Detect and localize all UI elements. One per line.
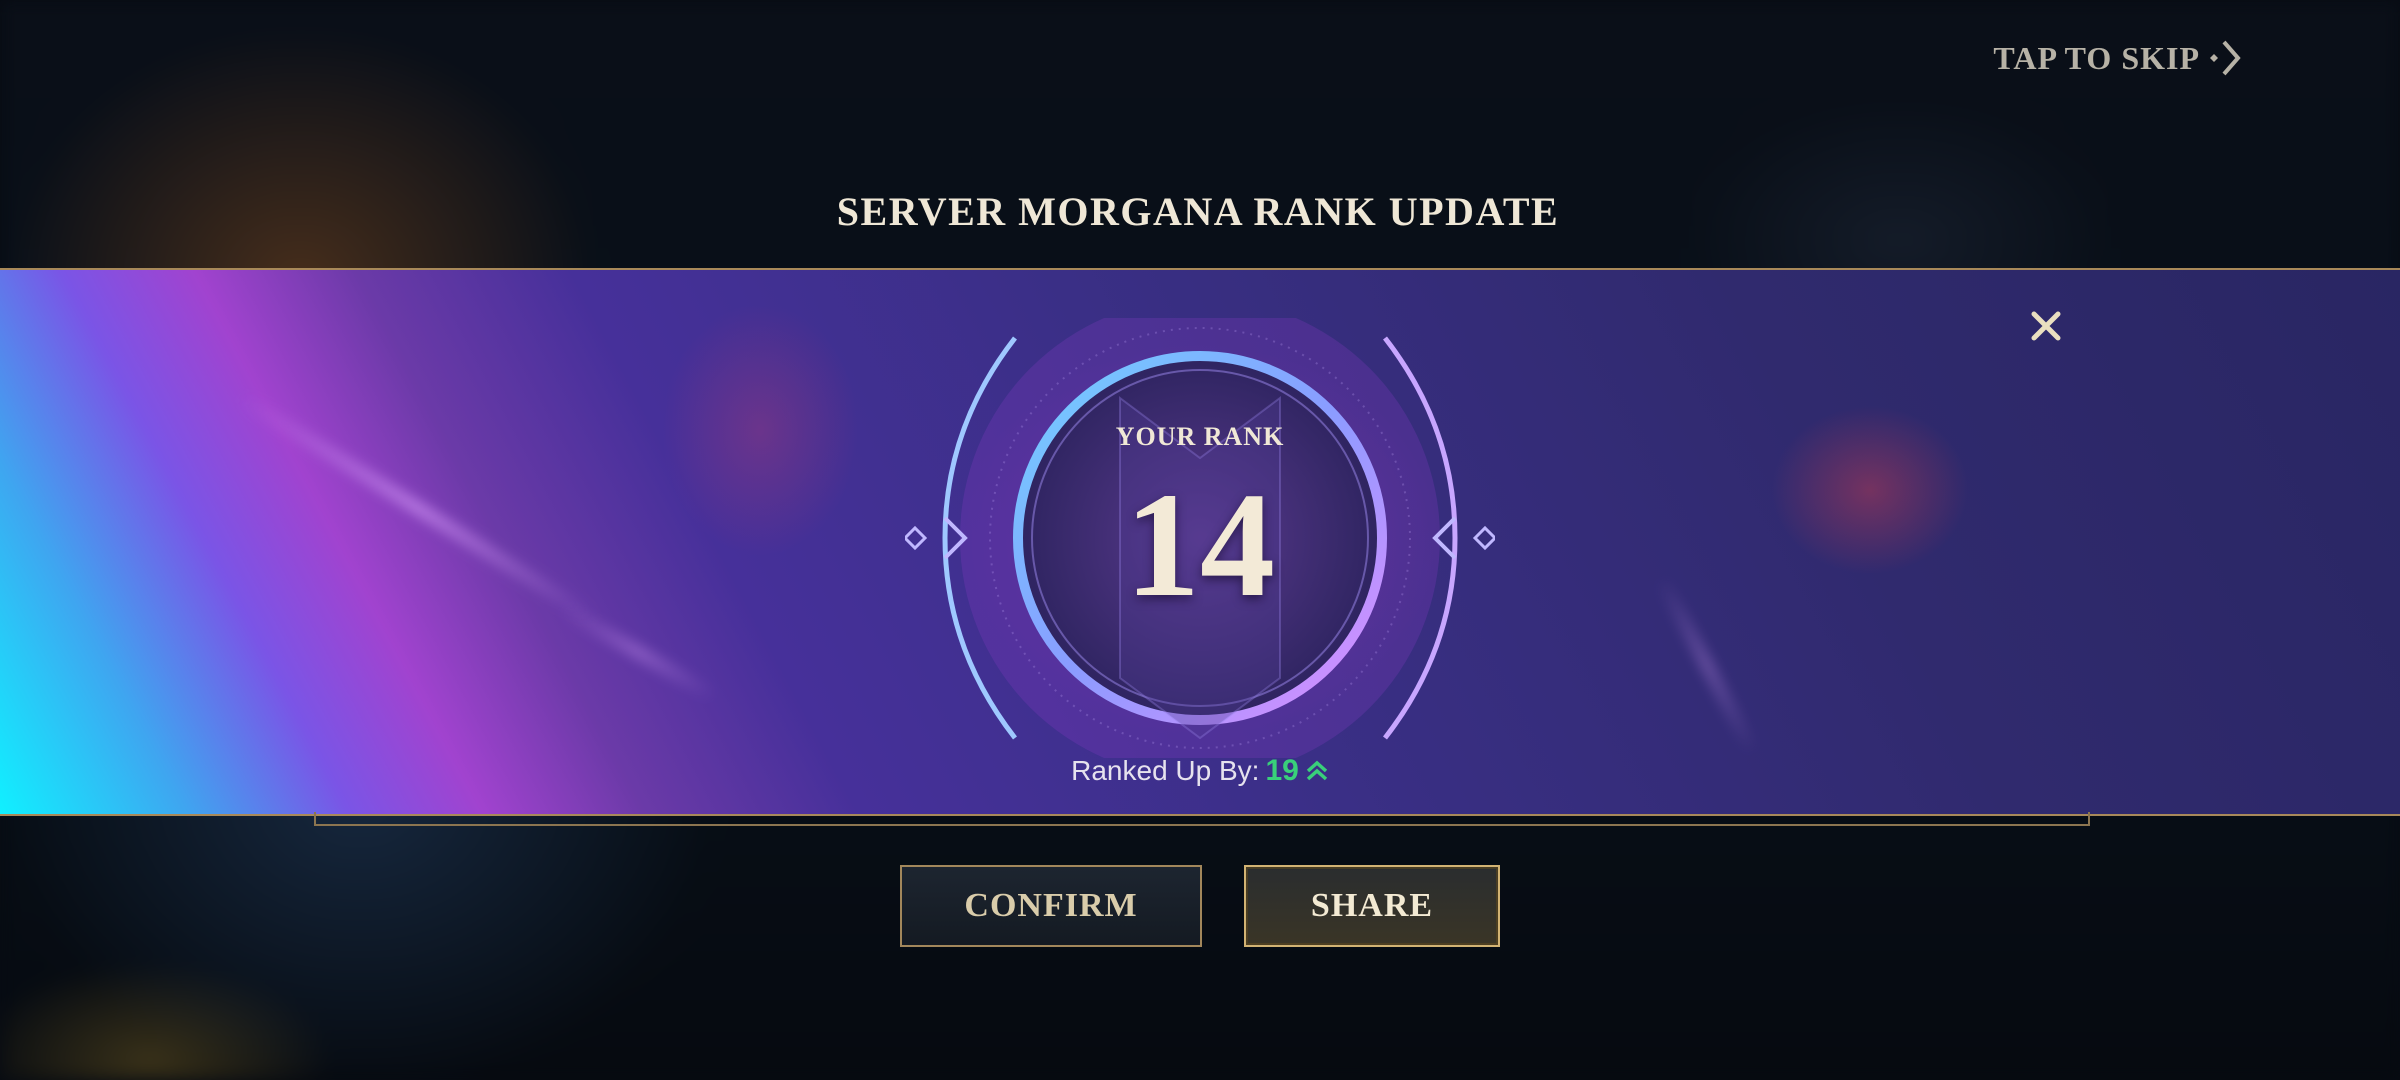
double-chevron-up-icon bbox=[1306, 760, 1328, 781]
skip-label: TAP TO SKIP bbox=[1993, 39, 2200, 76]
rank-value: 14 bbox=[1125, 462, 1275, 628]
banner-underline bbox=[314, 812, 2090, 826]
page-title: SERVER MORGANA RANK UPDATE bbox=[836, 189, 1560, 234]
ranked-up-info: Ranked Up By: 19 bbox=[0, 754, 2400, 788]
ranked-up-value: 19 bbox=[1265, 754, 1299, 787]
close-icon[interactable] bbox=[2026, 306, 2066, 346]
confirm-button[interactable]: CONFIRM bbox=[900, 865, 1202, 947]
skip-button[interactable]: TAP TO SKIP bbox=[1993, 38, 2244, 78]
share-button[interactable]: SHARE bbox=[1244, 865, 1500, 947]
your-rank-label: YOUR RANK bbox=[1115, 422, 1285, 451]
skip-arrow-icon bbox=[2210, 40, 2241, 76]
ranked-up-label: Ranked Up By: bbox=[1071, 755, 1260, 786]
